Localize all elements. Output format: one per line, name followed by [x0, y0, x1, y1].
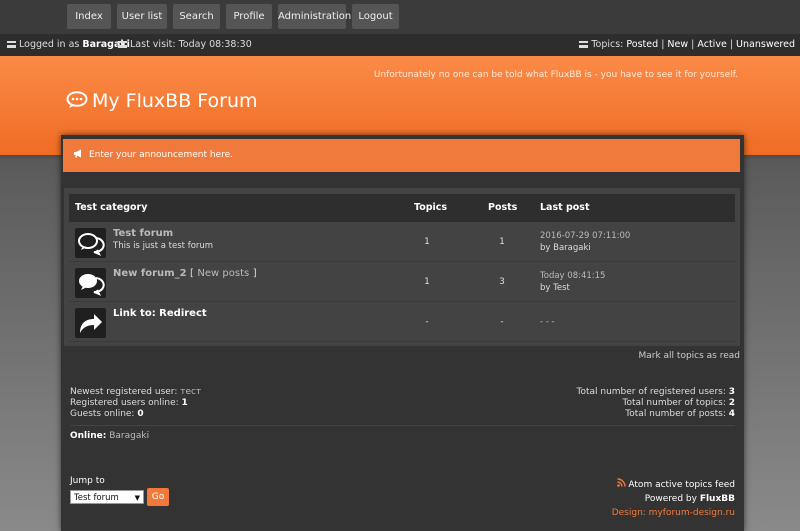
nav-index[interactable]: Index	[67, 4, 111, 29]
feed-link[interactable]: Atom active topics feed	[612, 478, 735, 492]
top-navigation: Index User list Search Profile Administr…	[0, 0, 800, 34]
jump-to-label: Jump to	[70, 476, 105, 486]
topics-links: Topics: Posted | New | Active | Unanswer…	[579, 34, 795, 56]
forum-chat-icon	[75, 228, 106, 258]
category-header: Test category	[75, 202, 148, 213]
redirect-arrow-icon	[75, 308, 106, 338]
jump-to-select[interactable]: Test forum ▼	[70, 490, 144, 504]
fluxbb-link[interactable]: FluxBB	[700, 494, 735, 504]
mark-all-read-link[interactable]: Mark all topics as read	[638, 351, 740, 361]
forum-name: New forum_2 [ New posts ]	[113, 268, 257, 279]
logged-in-label: Logged in as	[19, 39, 80, 50]
redirect-link[interactable]: Link to: Redirect	[113, 308, 207, 319]
forum-description: This is just a test forum	[113, 241, 214, 251]
nav-profile[interactable]: Profile	[226, 4, 272, 29]
total-posts: Total number of posts: 4	[576, 409, 735, 420]
topics-count: 1	[424, 277, 430, 287]
chevron-down-icon: ▼	[134, 494, 140, 502]
redirect-forum: Link to: Redirect	[113, 308, 207, 319]
board-stats: Newest registered user: тест Registered …	[70, 387, 735, 420]
rss-icon	[616, 478, 629, 490]
stat-label: Guests online:	[70, 409, 135, 419]
online-users: Online: Baragaki	[70, 431, 149, 441]
forum-title-text: My FluxBB Forum	[92, 90, 258, 112]
forum-list: Test category Topics Posts Last post Tes…	[64, 188, 740, 346]
stat-label: Registered users online:	[70, 398, 179, 408]
nav-user-list[interactable]: User list	[117, 4, 167, 29]
megaphone-icon	[73, 140, 83, 173]
forum-chat-icon	[75, 268, 106, 298]
last-post-date-link[interactable]: 2016-07-29 07:11:00	[540, 231, 630, 241]
nav-search[interactable]: Search	[173, 4, 220, 29]
last-post-empty: - - -	[540, 317, 555, 327]
status-bar: Logged in as Baragaki Last visit: Today …	[0, 34, 800, 56]
forum-row: Test forum This is just a test forum 1 1…	[69, 223, 735, 262]
last-post-author: by Test	[540, 283, 570, 293]
nav-administration[interactable]: Administration	[278, 4, 351, 29]
total-users: Total number of registered users: 3	[576, 387, 735, 398]
stat-value: 0	[137, 409, 144, 419]
announcement-text: Enter your announcement here.	[89, 150, 233, 160]
powered-by: Powered by FluxBB	[612, 492, 735, 506]
last-post-date-link[interactable]: Today 08:41:15	[540, 271, 605, 281]
bracket-open: [	[190, 268, 194, 279]
nav-logout[interactable]: Logout	[352, 4, 399, 29]
footer-links: Atom active topics feed Powered by FluxB…	[612, 478, 735, 520]
topics-count: -	[425, 317, 429, 327]
stat-value: 3	[728, 387, 735, 397]
chat-bubble-icon	[66, 91, 88, 114]
divider	[70, 425, 735, 426]
stat-label: Total number of registered users:	[576, 387, 726, 397]
board-totals: Total number of registered users: 3 Tota…	[576, 387, 735, 420]
go-button[interactable]: Go	[147, 488, 169, 506]
online-label: Online:	[70, 431, 107, 441]
topics-label: Topics:	[591, 39, 624, 50]
forum-row: Link to: Redirect - - - - -	[69, 303, 735, 342]
main-panel: Enter your announcement here. Test categ…	[61, 135, 744, 531]
last-visit: Last visit: Today 08:38:30	[118, 34, 252, 56]
jump-selected-value: Test forum	[74, 493, 119, 503]
forum-row: New forum_2 [ New posts ] 1 3 Today 08:4…	[69, 263, 735, 302]
stat-value: 2	[728, 398, 735, 408]
posts-count: -	[500, 317, 504, 327]
stat-label: Total number of posts:	[625, 409, 726, 419]
design-credit-link[interactable]: Design: myforum-design.ru	[612, 506, 735, 520]
last-post-author: by Baragaki	[540, 243, 591, 253]
announcement-box: Enter your announcement here.	[63, 139, 740, 172]
menu-icon	[118, 41, 127, 48]
forum-description: Unfortunately no one can be told what Fl…	[373, 70, 738, 80]
posts-count: 3	[499, 277, 505, 287]
powered-label: Powered by	[644, 494, 697, 504]
forum-name-link[interactable]: Test forum	[113, 228, 173, 239]
feed-text: Atom active topics feed	[628, 480, 735, 490]
topics-header: Topics	[414, 202, 448, 213]
link-active[interactable]: Active	[697, 39, 726, 50]
total-topics: Total number of topics: 2	[576, 398, 735, 409]
new-posts-link[interactable]: New posts	[197, 268, 249, 279]
forum-name-link[interactable]: New forum_2	[113, 268, 187, 279]
menu-icon	[579, 41, 589, 48]
last-visit-text: Last visit: Today 08:38:30	[130, 39, 252, 50]
bracket-close: ]	[252, 268, 257, 279]
logged-in-status: Logged in as Baragaki	[7, 34, 130, 56]
stat-label: Total number of topics:	[622, 398, 726, 408]
menu-icon	[7, 41, 16, 48]
link-new[interactable]: New	[667, 39, 688, 50]
posts-count: 1	[499, 237, 505, 247]
separator: |	[726, 39, 737, 50]
forum-title[interactable]: My FluxBB Forum	[66, 90, 258, 114]
newest-user-link[interactable]: тест	[180, 387, 201, 397]
link-posted[interactable]: Posted	[626, 39, 658, 50]
stat-value: 1	[181, 398, 188, 408]
forum-table-header: Test category Topics Posts Last post	[69, 194, 735, 222]
stat-value: 4	[728, 409, 735, 419]
online-user-link[interactable]: Baragaki	[109, 431, 149, 441]
posts-header: Posts	[488, 202, 518, 213]
lastpost-header: Last post	[540, 202, 590, 213]
stat-label: Newest registered user:	[70, 387, 178, 397]
link-unanswered[interactable]: Unanswered	[736, 39, 795, 50]
topics-count: 1	[424, 237, 430, 247]
